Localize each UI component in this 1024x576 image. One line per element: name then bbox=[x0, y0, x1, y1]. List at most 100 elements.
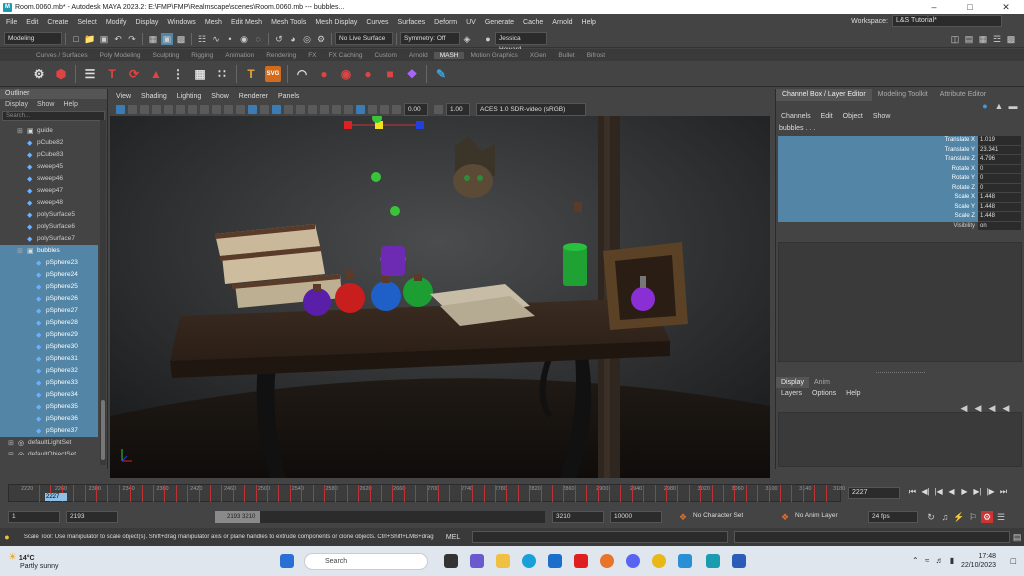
sound-icon[interactable]: ♫ bbox=[939, 511, 951, 523]
attr-label[interactable]: Rotate X bbox=[778, 164, 978, 174]
playback-options-icon[interactable]: ☰ bbox=[995, 511, 1007, 523]
attr-value[interactable]: 23.341 bbox=[978, 145, 1021, 155]
firefox-icon[interactable] bbox=[600, 554, 614, 568]
expand-icon[interactable]: ⊞ bbox=[17, 248, 24, 255]
shelf-tab-xgen[interactable]: XGen bbox=[524, 52, 553, 59]
expand-icon[interactable] bbox=[26, 368, 33, 375]
expand-icon[interactable] bbox=[26, 356, 33, 363]
symmetry-dropdown[interactable]: Symmetry: Off bbox=[400, 32, 460, 45]
attr-value[interactable]: 4.796 bbox=[978, 155, 1021, 165]
menu-select[interactable]: Select bbox=[77, 19, 96, 26]
outliner-item[interactable]: ⊞ ◎ defaultObjectSet bbox=[0, 449, 98, 455]
bubble-pivot-1[interactable] bbox=[371, 172, 381, 182]
expand-icon[interactable] bbox=[26, 392, 33, 399]
task-view-icon[interactable] bbox=[444, 554, 458, 568]
attr-value[interactable]: 1.448 bbox=[978, 202, 1021, 212]
menu-help[interactable]: Help bbox=[582, 19, 596, 26]
shelf-tab-motion-graphics[interactable]: Motion Graphics bbox=[464, 52, 523, 59]
teams-icon[interactable] bbox=[470, 554, 484, 568]
play-backwards-icon[interactable]: ◀ bbox=[945, 487, 958, 497]
render-icon[interactable]: ◕ bbox=[287, 33, 299, 45]
expand-icon[interactable] bbox=[17, 236, 24, 243]
outliner-item[interactable]: ◆ sweep46 bbox=[0, 173, 98, 185]
expand-icon[interactable] bbox=[26, 320, 33, 327]
motion-blur-icon[interactable] bbox=[320, 104, 329, 114]
tab-channel-box-layer-editor[interactable]: Channel Box / Layer Editor bbox=[776, 89, 872, 101]
svg-tool-icon[interactable]: SVG bbox=[265, 65, 281, 82]
maya-taskbar-icon[interactable] bbox=[706, 554, 720, 568]
expand-icon[interactable] bbox=[26, 284, 33, 291]
select-component-icon[interactable]: ▩ bbox=[175, 33, 187, 45]
attr-value[interactable]: 1.448 bbox=[978, 212, 1021, 222]
weather-widget[interactable]: ☀ 14°C Partly sunny bbox=[8, 552, 59, 570]
outliner-item[interactable]: ◆ pSphere32 bbox=[0, 365, 98, 377]
shelf-tab-bullet[interactable]: Bullet bbox=[552, 52, 580, 59]
attr-value[interactable]: 1.019 bbox=[978, 136, 1021, 146]
expand-icon[interactable] bbox=[17, 200, 24, 207]
tray-arrow-icon[interactable]: ⌃ bbox=[912, 556, 919, 565]
attr-value[interactable]: 0 bbox=[978, 164, 1021, 174]
current-frame-field[interactable]: 2227 bbox=[848, 487, 900, 499]
field-chart-icon[interactable] bbox=[212, 104, 221, 114]
expand-icon[interactable] bbox=[17, 164, 24, 171]
menu-mesh-tools[interactable]: Mesh Tools bbox=[271, 19, 306, 26]
color-space-dropdown[interactable]: ACES 1.0 SDR-video (sRGB) bbox=[476, 102, 586, 116]
clock[interactable]: 17:48 22/10/2023 bbox=[961, 552, 996, 570]
outliner-scrollbar[interactable] bbox=[100, 120, 106, 465]
character-set-dropdown[interactable]: No Character Set bbox=[690, 511, 772, 523]
mash-placer-icon[interactable]: ❖ bbox=[404, 66, 420, 82]
expand-icon[interactable] bbox=[26, 260, 33, 267]
attr-scale-y[interactable]: Scale Y 1.448 bbox=[778, 202, 1024, 212]
grid-toggle-icon[interactable] bbox=[164, 104, 173, 114]
shelf-tab-arnold[interactable]: Arnold bbox=[403, 52, 434, 59]
xray-icon[interactable] bbox=[368, 104, 377, 114]
undo-icon[interactable]: ↶ bbox=[112, 33, 124, 45]
manipulator-z-handle[interactable] bbox=[416, 121, 424, 129]
notification-icon[interactable]: □ bbox=[1011, 556, 1016, 566]
user-prefs-icon[interactable]: ● bbox=[979, 100, 991, 112]
tab-modeling-toolkit[interactable]: Modeling Toolkit bbox=[872, 89, 934, 101]
snap-curve-icon[interactable]: ∿ bbox=[210, 33, 222, 45]
snap-grid-icon[interactable]: ☷ bbox=[196, 33, 208, 45]
layer-editor-icon[interactable]: ▩ bbox=[1005, 33, 1017, 45]
mash-trails-icon[interactable]: ■ bbox=[382, 66, 398, 82]
outliner-item[interactable]: ◆ polySurface5 bbox=[0, 209, 98, 221]
attr-scale-z[interactable]: Scale Z 1.448 bbox=[778, 212, 1024, 222]
expand-icon[interactable] bbox=[26, 296, 33, 303]
step-back-frame-icon[interactable]: |◀ bbox=[932, 487, 945, 497]
fps-dropdown[interactable]: 24 fps bbox=[868, 511, 918, 523]
new-scene-icon[interactable]: □ bbox=[70, 33, 82, 45]
history-icon[interactable]: ↺ bbox=[273, 33, 285, 45]
camera-select-icon[interactable] bbox=[116, 104, 125, 114]
mash-list-icon[interactable]: ☰ bbox=[82, 66, 98, 82]
mash-grid-icon[interactable]: ▦ bbox=[192, 66, 208, 82]
attr-label[interactable]: Translate X bbox=[778, 136, 978, 146]
live-surface-field[interactable]: No Live Surface bbox=[335, 32, 393, 45]
expand-icon[interactable] bbox=[26, 416, 33, 423]
outliner-item[interactable]: ◆ pSphere24 bbox=[0, 269, 98, 281]
outliner-item[interactable]: ◆ polySurface6 bbox=[0, 221, 98, 233]
expand-icon[interactable]: ⊞ bbox=[8, 440, 15, 447]
current-frame-marker[interactable]: 2227 bbox=[45, 493, 67, 501]
volume-icon[interactable]: ♬ bbox=[936, 556, 944, 565]
layer-tab-anim[interactable]: Anim bbox=[809, 377, 835, 388]
isolate-select-icon[interactable] bbox=[356, 104, 365, 114]
shelf-tab-curves-surfaces[interactable]: Curves / Surfaces bbox=[30, 52, 94, 59]
ipr-icon[interactable]: ◎ bbox=[301, 33, 313, 45]
discord-icon[interactable] bbox=[626, 554, 640, 568]
select-hierarchy-icon[interactable]: ▦ bbox=[147, 33, 159, 45]
layer-menu-options[interactable]: Options bbox=[812, 390, 836, 397]
expand-icon[interactable] bbox=[26, 344, 33, 351]
layer-menu-help[interactable]: Help bbox=[846, 390, 860, 397]
expand-icon[interactable] bbox=[26, 308, 33, 315]
textured-icon[interactable] bbox=[272, 104, 281, 114]
attr-label[interactable]: Visibility bbox=[778, 222, 978, 232]
menu-mesh[interactable]: Mesh bbox=[205, 19, 222, 26]
resolution-gate-icon[interactable] bbox=[188, 104, 197, 114]
user-account-dropdown[interactable]: Jessica Howard bbox=[495, 32, 547, 53]
lights-icon[interactable] bbox=[284, 104, 293, 114]
outliner-item[interactable]: ⊞ ▣ bubbles bbox=[0, 245, 98, 257]
mash-script-icon[interactable]: ✎ bbox=[433, 66, 449, 82]
playback-start-field[interactable]: 2193 bbox=[66, 511, 118, 523]
panel-lock-icon[interactable]: ▬ bbox=[1007, 100, 1019, 112]
